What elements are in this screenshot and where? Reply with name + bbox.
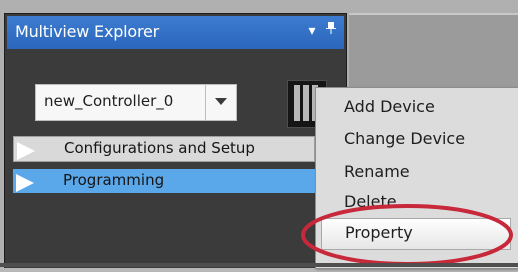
tree-item-label: Configurations and Setup xyxy=(64,139,255,157)
device-selector[interactable]: new_Controller_0 xyxy=(35,84,237,121)
expand-arrow-icon[interactable] xyxy=(13,171,37,195)
menu-item-rename[interactable]: Rename xyxy=(344,162,410,181)
menu-item-add-device[interactable]: Add Device xyxy=(344,97,435,116)
explorer-title-bar: Multiview Explorer ▾ xyxy=(7,16,344,49)
explorer-title: Multiview Explorer xyxy=(15,22,160,41)
expand-arrow-icon[interactable] xyxy=(14,139,38,163)
tree-item-label: Programming xyxy=(63,171,165,189)
dropdown-caret-icon[interactable]: ▾ xyxy=(309,23,316,39)
workspace-top-strip xyxy=(349,13,518,15)
device-selector-dropdown-button[interactable] xyxy=(205,85,236,120)
chevron-down-icon xyxy=(215,98,227,105)
bottom-divider xyxy=(0,263,518,267)
highlight-ellipse xyxy=(301,204,513,266)
pin-icon[interactable] xyxy=(326,21,336,39)
title-controls: ▾ xyxy=(303,21,336,39)
tree-item-configurations-and-setup[interactable]: Configurations and Setup xyxy=(13,136,315,162)
device-selector-value: new_Controller_0 xyxy=(44,92,174,110)
tree-item-programming[interactable]: Programming xyxy=(13,169,331,193)
menu-item-change-device[interactable]: Change Device xyxy=(344,129,465,148)
